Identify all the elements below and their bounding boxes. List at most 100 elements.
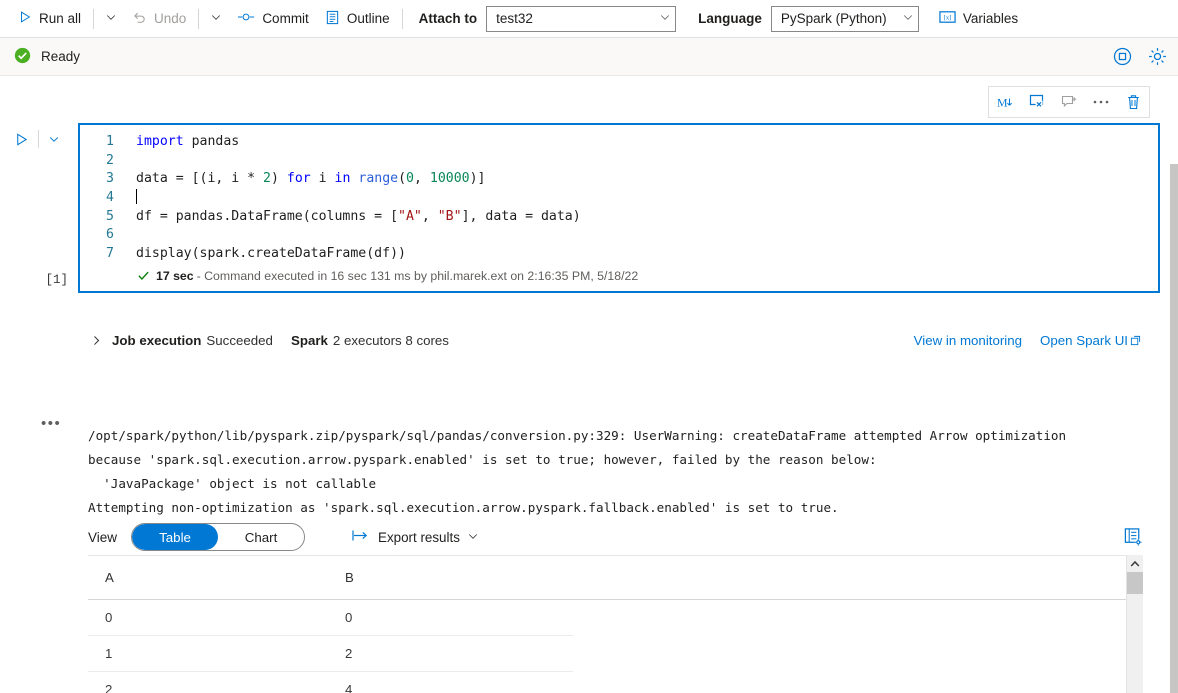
table-row[interactable]: 24 xyxy=(88,672,573,693)
chevron-down-icon xyxy=(659,11,671,26)
chevron-down-icon xyxy=(210,11,222,26)
commit-label: Commit xyxy=(262,11,309,26)
run-all-button[interactable]: Run all xyxy=(10,5,89,33)
code-text: import pandas xyxy=(136,134,240,149)
output-line: 'JavaPackage' object is not callable xyxy=(88,476,377,491)
table-cell: 4 xyxy=(345,682,353,693)
status-group: Ready xyxy=(14,47,80,67)
run-cell-button[interactable] xyxy=(8,126,34,152)
outline-button[interactable]: Outline xyxy=(317,5,398,33)
line-number: 1 xyxy=(106,134,114,149)
job-links: View in monitoring Open Spark UI xyxy=(914,333,1160,348)
job-expand-chevron-icon[interactable] xyxy=(90,334,108,347)
view-label: View xyxy=(88,529,118,545)
undo-button[interactable]: Undo xyxy=(124,5,194,33)
gear-icon[interactable] xyxy=(1147,46,1168,67)
notebook-status-bar: Ready xyxy=(0,38,1178,76)
commit-button[interactable]: Commit xyxy=(229,5,317,33)
code-text: display(spark.createDataFrame(df)) xyxy=(136,246,406,262)
table-cell: 1 xyxy=(105,646,113,661)
variables-button[interactable]: [x] Variables xyxy=(931,5,1026,33)
code-line: 5 df = pandas.DataFrame(columns = ["A", "… xyxy=(80,208,1158,227)
chevron-down-icon xyxy=(467,530,479,545)
scroll-up-arrow-icon[interactable] xyxy=(1127,555,1143,572)
outline-icon xyxy=(325,10,340,28)
column-header-b[interactable]: B xyxy=(328,570,568,585)
spark-label: Spark xyxy=(290,333,328,348)
notebook-toolbar: Run all Undo Commit Outline Attach to te… xyxy=(0,0,1178,38)
spark-detail: 2 executors 8 cores xyxy=(332,333,449,348)
code-cell: [1] 1 import pandas 2 3 data = [(i, i * 2) f… xyxy=(0,123,1160,293)
results-table-scrollbar[interactable] xyxy=(1126,555,1143,693)
svg-text:M: M xyxy=(996,95,1007,109)
code-editor[interactable]: 1 import pandas 2 3 data = [(i, i * 2) for i… xyxy=(78,123,1160,293)
job-execution-row: Job execution Succeeded Spark 2 executor… xyxy=(0,333,1160,348)
table-row[interactable]: 00 xyxy=(88,600,573,636)
output-line: /opt/spark/python/lib/pyspark.zip/pyspar… xyxy=(88,428,1067,443)
cell-gutter-controls xyxy=(0,123,78,155)
table-cell: 2 xyxy=(105,682,113,693)
job-execution-status: Succeeded xyxy=(206,333,273,348)
convert-to-markdown-icon[interactable]: M xyxy=(989,87,1021,117)
undo-label: Undo xyxy=(154,11,187,26)
outline-label: Outline xyxy=(346,11,390,26)
cell-execution-status: 17 sec - Command executed in 16 sec 131 … xyxy=(80,264,1158,289)
view-tab-chart[interactable]: Chart xyxy=(218,524,304,550)
results-table: A B 0012243648 xyxy=(88,555,1128,693)
external-link-icon xyxy=(1130,335,1141,346)
attach-to-value: test32 xyxy=(496,11,533,26)
status-label: Ready xyxy=(41,49,81,64)
code-line: 4 xyxy=(80,189,1158,208)
execution-duration: 17 sec xyxy=(156,268,194,283)
code-cell-row: [1] 1 import pandas 2 3 data = [(i, i * 2) f… xyxy=(0,123,1160,293)
cell-run-dropdown[interactable] xyxy=(43,126,65,152)
export-results-label: Export results xyxy=(378,529,460,545)
language-select[interactable]: PySpark (Python) xyxy=(770,5,919,32)
table-settings-button[interactable] xyxy=(1118,523,1148,551)
table-cell: 0 xyxy=(345,610,353,625)
cell-gutter: [1] xyxy=(0,123,78,293)
attach-to-label: Attach to xyxy=(418,11,478,26)
success-check-icon xyxy=(14,47,31,67)
view-in-monitoring-link[interactable]: View in monitoring xyxy=(914,333,1022,348)
line-number: 5 xyxy=(106,208,114,224)
chevron-down-icon xyxy=(902,11,914,26)
language-label: Language xyxy=(698,11,762,26)
check-icon xyxy=(137,269,150,282)
clear-output-icon[interactable] xyxy=(1021,87,1053,117)
export-results-button[interactable]: Export results xyxy=(347,523,483,551)
line-number: 7 xyxy=(106,246,114,262)
undo-dropdown[interactable] xyxy=(203,5,229,33)
text-cursor xyxy=(136,189,137,205)
variables-label: Variables xyxy=(962,11,1019,26)
attach-to-select[interactable]: test32 xyxy=(486,5,677,32)
job-summary: Job execution Succeeded Spark 2 executor… xyxy=(112,333,449,348)
open-spark-ui-label: Open Spark UI xyxy=(1040,333,1128,348)
output-more-options-icon[interactable]: ••• xyxy=(41,416,61,431)
delete-cell-icon[interactable] xyxy=(1117,87,1149,117)
add-comment-icon[interactable] xyxy=(1053,87,1085,117)
page-scroll-thumb[interactable] xyxy=(1170,164,1178,693)
column-header-a[interactable]: A xyxy=(88,570,328,585)
toolbar-divider-3 xyxy=(401,8,403,29)
cell-toolbar: M xyxy=(988,86,1150,118)
chevron-down-icon xyxy=(105,11,117,26)
results-table-scroll-thumb[interactable] xyxy=(1127,572,1143,594)
view-tab-table[interactable]: Table xyxy=(132,524,219,550)
table-rows: 0012243648 xyxy=(88,600,1128,693)
svg-text:[x]: [x] xyxy=(944,14,952,21)
table-row[interactable]: 12 xyxy=(88,636,573,672)
code-lines: 1 import pandas 2 3 data = [(i, i * 2) for i… xyxy=(80,133,1158,264)
output-line: Attempting non-optimization as 'spark.sq… xyxy=(88,500,839,515)
page-scrollbar[interactable] xyxy=(1168,152,1178,693)
toolbar-divider-2 xyxy=(198,8,200,29)
stop-session-icon[interactable] xyxy=(1112,46,1133,67)
run-all-dropdown[interactable] xyxy=(98,5,124,33)
play-icon xyxy=(18,10,32,27)
code-line: 1 import pandas xyxy=(80,133,1158,152)
open-spark-ui-link[interactable]: Open Spark UI xyxy=(1040,333,1141,348)
more-options-icon[interactable] xyxy=(1085,87,1117,117)
undo-icon xyxy=(132,10,147,28)
variables-icon: [x] xyxy=(939,10,956,27)
run-all-label: Run all xyxy=(39,11,82,26)
